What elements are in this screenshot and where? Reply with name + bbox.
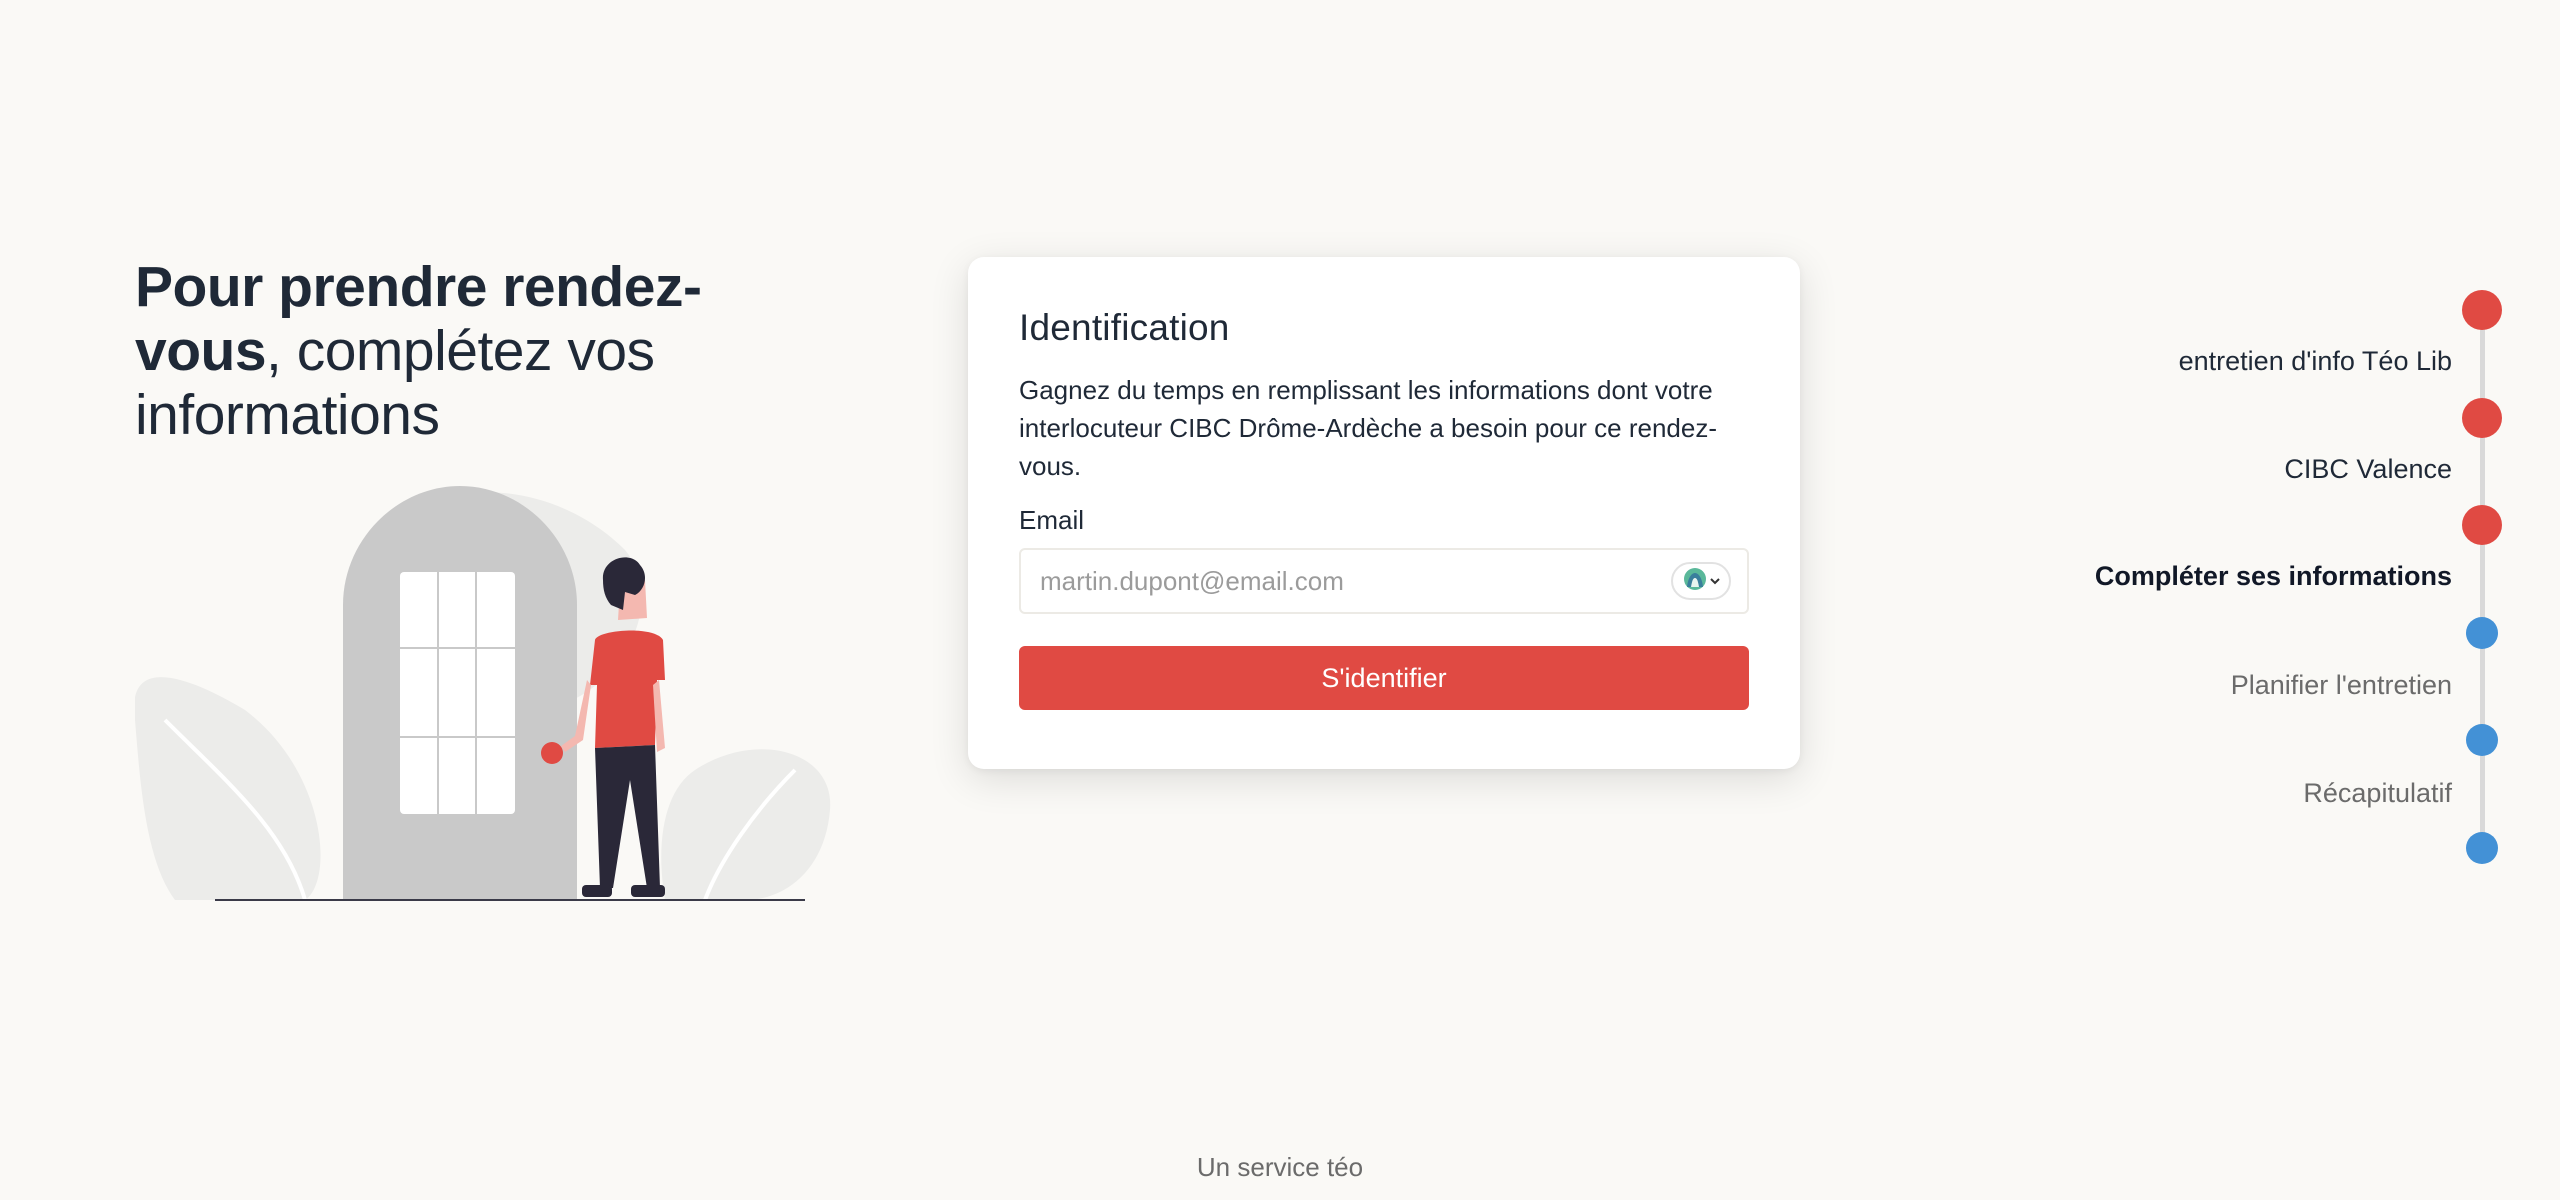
footer-text: Un service téo [1196,1152,1364,1182]
stepper-line [2480,308,2485,848]
step-label-3: Compléter ses informations [2094,561,2452,591]
step-dot-todo [2466,617,2498,649]
page-title: Pour prendre rendez-vous, complétez vos … [135,255,755,447]
step-dot-todo [2466,832,2498,864]
card-description: Gagnez du temps en remplissant les infor… [1019,375,1718,481]
step-dot-done [2462,398,2502,438]
progress-stepper: entretien d'info Téo Lib CIBC Valence Co… [2040,280,2530,880]
door-illustration [134,480,835,905]
submit-button[interactable]: S'identifier [1019,646,1749,710]
step-label-4: Planifier l'entretien [2230,670,2452,700]
step-label-2: CIBC Valence [2284,454,2452,484]
step-dot-todo [2466,724,2498,756]
email-field[interactable] [1021,550,1747,612]
step-label-1: entretien d'info Téo Lib [2178,346,2452,376]
email-label: Email [1019,505,1085,535]
card-title: Identification [1019,307,1230,348]
page: Pour prendre rendez-vous, complétez vos … [0,0,2560,1200]
identification-card: Identification Gagnez du temps en rempli… [968,257,1800,769]
password-manager-button[interactable] [1671,562,1731,600]
step-label-5: Récapitulatif [2303,778,2452,808]
chevron-down-icon [1709,572,1720,590]
step-dot-current [2462,505,2502,545]
step-dot-done [2462,290,2502,330]
email-field-wrapper [1019,548,1749,614]
password-manager-icon [1683,567,1707,596]
